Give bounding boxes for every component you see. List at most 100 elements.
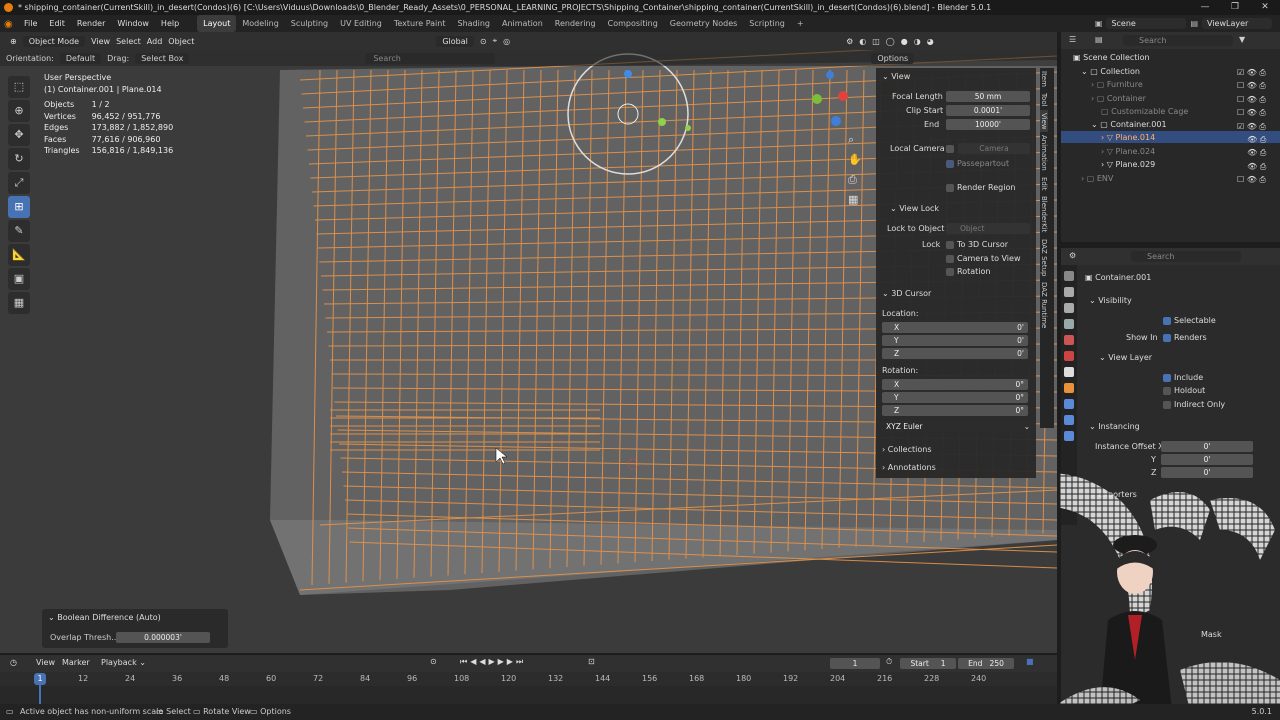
shading-solid-icon[interactable]: ● xyxy=(901,37,908,46)
end-frame-field[interactable]: End 250 xyxy=(958,658,1014,669)
env-item[interactable]: › ▢ ENV xyxy=(1081,174,1113,183)
tab-modeling[interactable]: Modeling xyxy=(236,15,284,32)
view-layer-field[interactable]: ViewLayer xyxy=(1202,18,1272,29)
viewport-search-field[interactable]: Search xyxy=(365,52,496,64)
particles-tab-icon[interactable] xyxy=(1064,415,1074,425)
plane-014-item[interactable]: › ▽ Plane.014 xyxy=(1101,133,1155,142)
camera-field[interactable]: Camera xyxy=(958,143,1030,154)
properties-search[interactable]: Search xyxy=(1131,251,1241,262)
orientation-dropdown[interactable]: Default xyxy=(59,52,102,64)
frame-ruler[interactable]: 12 24 36 48 60 72 84 96 108 120 132 144 156 168 180 192… xyxy=(0,672,1057,686)
menu-edit[interactable]: Edit xyxy=(43,15,71,32)
tab-geometry-nodes[interactable]: Geometry Nodes xyxy=(664,15,743,32)
indirect-only-checkbox[interactable]: Indirect Only xyxy=(1163,400,1225,409)
tab-compositing[interactable]: Compositing xyxy=(602,15,664,32)
object-tab-icon[interactable] xyxy=(1064,383,1074,393)
scene-tab-icon[interactable] xyxy=(1064,335,1074,345)
toggle-row[interactable]: ☑ 👁 ⎙ xyxy=(1237,120,1273,133)
tab-blenderkit[interactable]: BlenderKit xyxy=(1040,193,1048,235)
object-menu[interactable]: Object xyxy=(168,37,194,46)
tab-uv-editing[interactable]: UV Editing xyxy=(334,15,388,32)
menu-file[interactable]: File xyxy=(18,15,43,32)
cursor-rotation-z[interactable]: Z 0° xyxy=(882,405,1028,416)
render-region-checkbox[interactable]: Render Region xyxy=(946,183,1015,192)
options-dropdown[interactable]: Options xyxy=(871,52,915,64)
output-tab-icon[interactable] xyxy=(1064,303,1074,313)
blender-menu-icon[interactable]: ◉ xyxy=(4,19,18,30)
preview-range-icon[interactable]: ⏱ xyxy=(886,657,892,667)
plane-024-item[interactable]: › ▽ Plane.024 xyxy=(1101,147,1155,156)
proportional-icon[interactable]: ◎ xyxy=(503,37,510,46)
gizmo-icon[interactable]: ⚙ xyxy=(846,37,853,46)
instance-offset-x[interactable]: 0' xyxy=(1161,441,1253,452)
timeline-editor-icon[interactable]: ◷ xyxy=(10,658,17,667)
menu-render[interactable]: Render xyxy=(71,15,111,32)
tab-texture-paint[interactable]: Texture Paint xyxy=(388,15,452,32)
include-checkbox[interactable]: Include xyxy=(1163,373,1203,382)
playback-controls[interactable]: ⏮◀◀▶▶▶⏭ xyxy=(460,657,526,667)
render-tab-icon[interactable] xyxy=(1064,287,1074,297)
snap-icon[interactable]: ⌖ xyxy=(493,36,498,46)
pan-hand-icon[interactable]: ✋ xyxy=(848,150,862,170)
zoom-icon[interactable]: ⌕ xyxy=(848,130,862,150)
playhead[interactable]: 1 xyxy=(34,673,46,685)
toggle-row[interactable]: 👁 ⎙ xyxy=(1237,146,1273,159)
select-tool-icon[interactable]: ⬚ xyxy=(8,76,30,98)
overlap-threshold-field[interactable]: 0.000003' xyxy=(116,632,210,643)
move-tool-icon[interactable]: ✥ xyxy=(8,124,30,146)
ortho-grid-icon[interactable]: ▦ xyxy=(848,190,862,210)
view-layer-header[interactable]: ⌄ View Layer xyxy=(1099,353,1152,362)
selectable-checkbox[interactable]: Selectable xyxy=(1163,316,1216,325)
mode-dropdown[interactable]: Object Mode xyxy=(22,35,86,47)
tab-daz-runtime[interactable]: DAZ Runtime xyxy=(1040,279,1048,331)
filter-icon[interactable]: ▼ xyxy=(1239,35,1245,44)
xray-icon[interactable]: ◫ xyxy=(872,37,880,46)
pivot-icon[interactable]: ⊙ xyxy=(480,37,487,46)
overlay-icon[interactable]: ◐ xyxy=(859,37,866,46)
auto-keying-icon[interactable]: ⊙ xyxy=(430,657,437,666)
instancing-header[interactable]: ⌄ Instancing xyxy=(1089,422,1140,431)
camera-view-icon[interactable]: ⎙ xyxy=(848,170,862,190)
view-layer-tab-icon[interactable] xyxy=(1064,319,1074,329)
renders-checkbox[interactable]: Renders xyxy=(1163,333,1207,342)
menu-help[interactable]: Help xyxy=(155,15,185,32)
tab-scripting[interactable]: Scripting xyxy=(743,15,791,32)
drag-dropdown[interactable]: Select Box xyxy=(135,52,190,64)
tab-shading[interactable]: Shading xyxy=(451,15,496,32)
cursor-location-z[interactable]: Z 0' xyxy=(882,348,1028,359)
camera-to-view-checkbox[interactable]: Camera to View xyxy=(946,254,1021,263)
focal-length-field[interactable]: 50 mm xyxy=(946,91,1030,102)
annotations-section[interactable]: › Annotations xyxy=(882,463,936,472)
tab-sculpting[interactable]: Sculpting xyxy=(285,15,334,32)
properties-editor-icon[interactable]: ⚙ xyxy=(1069,251,1076,260)
tab-item[interactable]: Item xyxy=(1040,68,1048,90)
local-camera-checkbox[interactable] xyxy=(946,144,957,153)
furniture-item[interactable]: › ▢ Furniture xyxy=(1091,80,1143,89)
toggle-row[interactable]: ☑ 👁 ⎙ xyxy=(1237,66,1273,79)
close-button[interactable]: ✕ xyxy=(1250,0,1280,15)
tab-view[interactable]: View xyxy=(1040,109,1048,133)
clip-end-field[interactable]: 10000' xyxy=(946,119,1030,130)
rotate-tool-icon[interactable]: ↻ xyxy=(8,148,30,170)
3d-cursor-header[interactable]: ⌄ 3D Cursor xyxy=(882,289,931,298)
view-lock-header[interactable]: ⌄ View Lock xyxy=(890,204,939,213)
passepartout-checkbox[interactable]: Passepartout xyxy=(946,159,1009,168)
tab-animation[interactable]: Animation xyxy=(1040,132,1048,174)
view-section-header[interactable]: ⌄ View xyxy=(882,72,910,81)
tab-tool[interactable]: Tool xyxy=(1040,90,1048,110)
tab-rendering[interactable]: Rendering xyxy=(549,15,602,32)
keying-set-icon[interactable]: ⊡ xyxy=(588,657,595,666)
start-frame-field[interactable]: Start 1 xyxy=(900,658,956,669)
cursor-location-y[interactable]: Y 0' xyxy=(882,335,1028,346)
container-item[interactable]: › ▢ Container xyxy=(1091,94,1146,103)
cursor-rotation-x[interactable]: X 0° xyxy=(882,379,1028,390)
annotate-tool-icon[interactable]: ✎ xyxy=(8,220,30,242)
measure-tool-icon[interactable]: 📐 xyxy=(8,244,30,266)
modifier-tab-icon[interactable] xyxy=(1064,399,1074,409)
select-menu[interactable]: Select xyxy=(116,37,141,46)
minimize-button[interactable]: — xyxy=(1190,0,1220,15)
physics-tab-icon[interactable] xyxy=(1064,431,1074,441)
transform-tool-icon[interactable]: ⊞ xyxy=(8,196,30,218)
toggle-row[interactable]: 👁 ⎙ xyxy=(1237,133,1273,146)
add-primitive-tool-icon[interactable]: ▦ xyxy=(8,292,30,314)
